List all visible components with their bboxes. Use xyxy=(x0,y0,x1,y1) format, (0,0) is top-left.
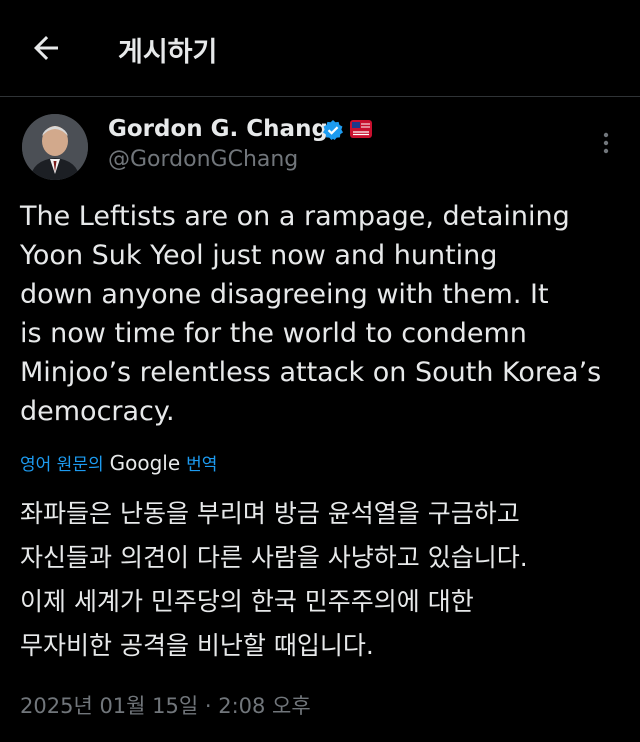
more-vertical-icon[interactable] xyxy=(596,128,616,158)
translation-label[interactable]: 영어 원문의 Google 번역 xyxy=(20,450,218,476)
google-logo: Google xyxy=(109,450,181,475)
translation-suffix: 번역 xyxy=(186,455,218,475)
translation-prefix: 영어 원문의 xyxy=(20,455,104,475)
author-handle[interactable]: @GordonGChang xyxy=(108,147,298,172)
post-text: The Leftists are on a rampage, detaining… xyxy=(20,201,602,427)
author-name[interactable]: Gordon G. Chang xyxy=(108,116,328,142)
affiliation-badge-icon[interactable] xyxy=(350,120,372,138)
avatar[interactable] xyxy=(22,114,88,180)
verified-badge-icon xyxy=(323,120,343,140)
arrow-left-icon[interactable] xyxy=(28,30,64,66)
top-bar: 게시하기 xyxy=(0,0,640,97)
post-timestamp[interactable]: 2025년 01월 15일 · 2:08 오후 xyxy=(20,690,311,720)
translated-text: 좌파들은 난동을 부리며 방금 윤석열을 구금하고 자신들과 의견이 다른 사람… xyxy=(20,499,528,660)
page-title: 게시하기 xyxy=(118,37,218,68)
